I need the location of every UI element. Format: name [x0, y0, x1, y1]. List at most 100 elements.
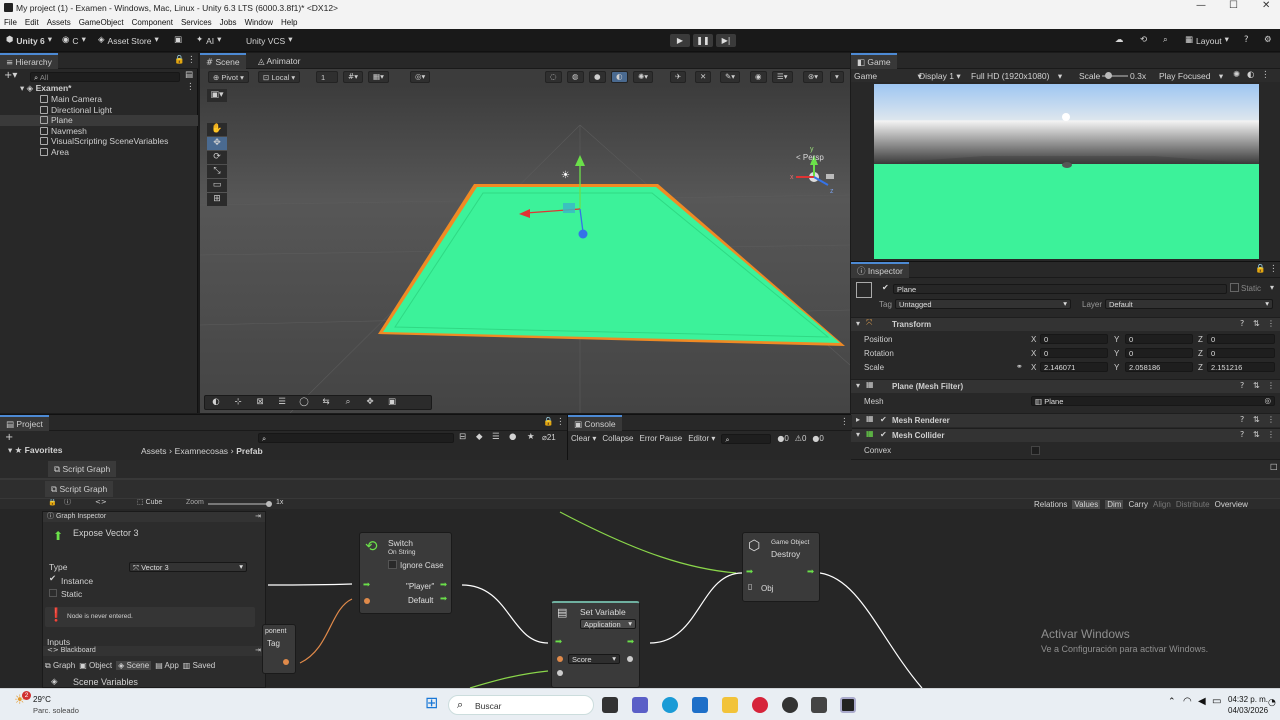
transform-component-header[interactable]: ▾ ⤧ Transform ? ⇅ ⋮ — [851, 317, 1280, 331]
menu-component[interactable]: Component — [132, 18, 173, 27]
preset-icon[interactable]: ⇅ — [1253, 382, 1260, 390]
asset-store-button[interactable]: ◈ Asset Store ▾ — [98, 34, 159, 47]
set-variable-node[interactable]: ▤ Set Variable Application ▾ ➡ ➡ Score ▾ — [551, 601, 640, 688]
game-viewport[interactable] — [874, 84, 1259, 259]
game-mode-dropdown[interactable]: Game ▾ — [854, 71, 922, 82]
object-name-input[interactable]: Plane — [893, 284, 1227, 294]
scene-viewport[interactable]: y x z — [200, 85, 850, 413]
tab-console[interactable]: ▣ Console — [568, 415, 622, 431]
tab-script-graph-window[interactable]: ⧉ Script Graph — [48, 461, 117, 477]
string-input-port[interactable] — [364, 598, 370, 604]
bb-tab-graph[interactable]: ⧉ Graph — [45, 661, 75, 670]
more-options-icon[interactable]: ⋮ — [1267, 382, 1275, 390]
windows-start-icon[interactable]: ⊞ — [425, 695, 438, 711]
more-options-icon[interactable]: ⋮ — [1269, 265, 1278, 274]
value-output-port[interactable] — [627, 656, 633, 662]
maximize-icon[interactable]: ☐ — [1270, 464, 1278, 473]
add-plus-icon[interactable]: +▾ — [4, 71, 17, 81]
instance-checkbox[interactable]: ✔ — [49, 575, 56, 584]
warning-count[interactable]: ⚠0 — [795, 434, 807, 443]
bb-tab-scene[interactable]: ◈ Scene — [116, 660, 152, 670]
ignore-case-checkbox[interactable] — [388, 560, 397, 569]
tab-scene[interactable]: # Scene — [200, 53, 246, 69]
favorites-header[interactable]: ▾ ★ Favorites — [8, 445, 62, 456]
edge-browser-icon[interactable] — [662, 697, 678, 713]
overlay-tool-8-icon[interactable]: ✥ — [359, 398, 381, 407]
create-plus-icon[interactable]: + — [5, 433, 13, 443]
settings-gear-icon[interactable]: ⚙ — [1264, 34, 1272, 47]
minimize-button[interactable]: — — [1196, 1, 1206, 11]
menu-window[interactable]: Window — [245, 18, 273, 27]
play-button[interactable]: ▶ — [670, 34, 690, 47]
name-input-port[interactable] — [557, 656, 563, 662]
cloud-services-icon[interactable]: ☁ — [1115, 34, 1124, 47]
menu-assets[interactable]: Assets — [47, 18, 71, 27]
tab-project[interactable]: ▤ Project — [0, 415, 49, 431]
tools-overlay-icon[interactable]: ▣▾ — [207, 89, 227, 102]
mesh-object-field[interactable]: ▥ Plane ◎ — [1031, 396, 1275, 406]
gizmos-icon[interactable]: ⊛▾ — [803, 71, 824, 83]
menu-file[interactable]: File — [4, 18, 17, 27]
game-object-destroy-node[interactable]: ⬡ Game Object Destroy ➡ ➡ ▯ Obj — [742, 532, 820, 602]
more-options-icon[interactable]: ⋮ — [187, 56, 196, 65]
play-focused-dropdown[interactable]: Play Focused ▾ — [1159, 71, 1223, 82]
more-options-icon[interactable]: ⋮ — [1267, 320, 1275, 328]
hierarchy-item-main-camera[interactable]: Main Camera — [0, 94, 198, 105]
unity-editor-icon[interactable] — [840, 697, 856, 713]
expand-arrow-icon[interactable]: ▾ — [856, 320, 860, 328]
flow-output-port[interactable]: ➡ — [807, 568, 814, 577]
history-icon[interactable]: ⟲ — [1140, 34, 1147, 47]
mesh-renderer-component-header[interactable]: ▸ ▦ ✔ Mesh Renderer ? ⇅ ⋮ — [851, 413, 1280, 427]
menu-services[interactable]: Services — [181, 18, 212, 27]
preset-icon[interactable]: ⇅ — [1253, 416, 1260, 424]
help-icon[interactable]: ? — [1244, 34, 1249, 47]
overlay-tool-1-icon[interactable]: ◐ — [205, 398, 227, 407]
display-dropdown[interactable]: Display 1 ▾ — [919, 71, 961, 82]
more-options-icon[interactable]: ⋮ — [186, 83, 195, 92]
more-options-icon[interactable]: ⋮ — [556, 418, 565, 427]
hierarchy-item-navmesh[interactable]: Navmesh — [0, 126, 198, 137]
pivot-dropdown[interactable]: ⊕ Pivot ▾ — [208, 71, 249, 83]
lighting-icon[interactable]: ✺▾ — [633, 71, 654, 83]
project-search-input[interactable]: ⌕ — [258, 433, 454, 443]
filter-label-icon[interactable]: ◆ — [476, 433, 483, 442]
visibility-eye-icon[interactable]: ◉ — [750, 71, 767, 83]
unity-vcs-button[interactable]: Unity VCS ▾ — [246, 34, 293, 47]
lock-icon[interactable]: 🔒 — [543, 418, 554, 427]
menu-edit[interactable]: Edit — [25, 18, 39, 27]
favorite-star-icon[interactable]: ★ — [527, 433, 535, 442]
preset-icon[interactable]: ⇅ — [1253, 431, 1260, 439]
preset-icon[interactable]: ⇅ — [1253, 320, 1260, 328]
position-z-input[interactable]: 0 — [1207, 334, 1275, 344]
graph-canvas[interactable]: 🔒 ⓘ <> ⬚ Cube Zoom 1x Relations Values D… — [0, 499, 1280, 688]
file-explorer-icon[interactable] — [722, 697, 738, 713]
static-checkbox[interactable] — [1230, 283, 1239, 292]
wireframe-icon[interactable]: ◍ — [567, 71, 584, 83]
more-options-icon[interactable]: ⋮ — [1267, 416, 1275, 424]
collapse-toggle[interactable]: Collapse — [602, 434, 633, 443]
partial-node[interactable]: ponent Tag — [262, 624, 296, 674]
shaded-icon[interactable]: ● — [589, 71, 606, 83]
log-count[interactable]: ●0 — [777, 434, 788, 443]
lock-icon[interactable]: 🔒 — [1255, 265, 1266, 274]
tab-animator[interactable]: ◬ Animator — [252, 53, 306, 69]
rotation-z-input[interactable]: 0 — [1207, 348, 1275, 358]
rotation-x-input[interactable]: 0 — [1040, 348, 1108, 358]
hierarchy-scene-root[interactable]: ▾ ◈ Examen* ⋮ — [0, 83, 198, 94]
error-pause-toggle[interactable]: Error Pause — [640, 434, 683, 443]
tab-inspector[interactable]: ⓘ Inspector — [851, 262, 909, 278]
help-icon[interactable]: ? — [1240, 416, 1244, 424]
tab-script-graph[interactable]: ⧉ Script Graph — [45, 481, 114, 497]
scale-tool-icon[interactable]: ⤡ — [207, 165, 227, 178]
tab-hierarchy[interactable]: ≡ Hierarchy — [0, 53, 58, 69]
position-x-input[interactable]: 0 — [1040, 334, 1108, 344]
error-count[interactable]: ●0 — [812, 434, 823, 443]
enabled-checkbox[interactable]: ✔ — [880, 431, 887, 439]
mute-audio-icon[interactable]: ✺ — [1233, 71, 1240, 80]
clear-dropdown[interactable]: Clear ▾ — [571, 434, 596, 443]
store-icon[interactable] — [692, 697, 708, 713]
edit-tools-icon[interactable]: ◎▾ — [410, 71, 431, 83]
flow-input-port[interactable]: ➡ — [363, 581, 370, 590]
expand-arrow-icon[interactable]: ▾ — [856, 431, 860, 439]
scale-slider-thumb[interactable] — [1105, 72, 1112, 79]
